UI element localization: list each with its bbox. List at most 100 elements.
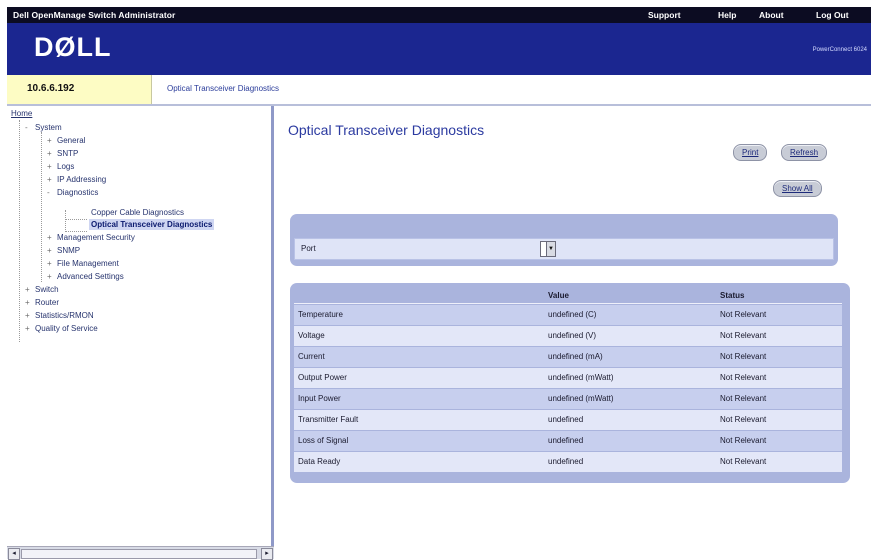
expand-icon[interactable]: + (47, 271, 57, 282)
brand-banner: DØLL PowerConnect 6024 (7, 23, 871, 75)
tree-item-copper-cable-diagnostics[interactable]: Copper Cable Diagnostics (91, 207, 184, 218)
parameter-cell: Input Power (298, 394, 341, 403)
about-link[interactable]: About (759, 10, 784, 20)
status-cell: Not Relevant (720, 415, 767, 424)
expand-icon[interactable]: + (47, 161, 57, 172)
tree-item-label: General (57, 136, 86, 145)
tree-item-home[interactable]: Home (11, 108, 32, 119)
parameter-cell: Current (298, 352, 325, 361)
tree-item-statistics-rmon[interactable]: + Statistics/RMON (25, 310, 94, 321)
help-link[interactable]: Help (718, 10, 736, 20)
parameter-cell: Output Power (298, 373, 347, 382)
table-row: Temperature undefined (C) Not Relevant (294, 305, 842, 325)
tree-item-label: Copper Cable Diagnostics (91, 208, 184, 217)
log-out-link[interactable]: Log Out (816, 10, 849, 20)
status-cell: Not Relevant (720, 457, 767, 466)
expand-icon[interactable]: + (47, 135, 57, 146)
tree-item-advanced-settings[interactable]: + Advanced Settings (47, 271, 124, 282)
table-header: Value Status (294, 291, 842, 304)
tree-item-optical-transceiver-diagnostics[interactable]: Optical Transceiver Diagnostics (89, 219, 215, 230)
parameter-cell: Temperature (298, 310, 343, 319)
tree-horizontal-scrollbar[interactable]: ◂ ▸ (7, 546, 274, 560)
device-ip: 10.6.6.192 (27, 83, 75, 94)
collapse-icon[interactable]: - (47, 187, 57, 198)
tree-item-label: System (35, 123, 62, 132)
scroll-left-icon[interactable]: ◂ (8, 548, 20, 560)
tree-item-file-management[interactable]: + File Management (47, 258, 119, 269)
tree-connector (65, 219, 87, 220)
app-window: Dell OpenManage Switch Administrator Sup… (0, 0, 871, 560)
dropdown-arrow-icon[interactable]: ▼ (546, 242, 555, 256)
content-area: Optical Transceiver Diagnostics Print Re… (275, 106, 871, 558)
value-cell: undefined (mWatt) (548, 373, 614, 382)
breadcrumb: Optical Transceiver Diagnostics (167, 84, 280, 93)
tree-item-label: Optical Transceiver Diagnostics (91, 220, 213, 229)
expand-icon[interactable]: + (25, 297, 35, 308)
expand-icon[interactable]: + (47, 148, 57, 159)
status-cell: Not Relevant (720, 394, 767, 403)
table-row: Loss of Signal undefined Not Relevant (294, 431, 842, 451)
port-select[interactable]: ▼ (540, 241, 556, 257)
table-row: Output Power undefined (mWatt) Not Relev… (294, 368, 842, 388)
table-row: Voltage undefined (V) Not Relevant (294, 326, 842, 346)
expand-icon[interactable]: + (25, 310, 35, 321)
support-link[interactable]: Support (648, 10, 681, 20)
refresh-button[interactable]: Refresh (781, 144, 828, 161)
tree-item-label: SNTP (57, 149, 79, 158)
scroll-right-icon[interactable]: ▸ (261, 548, 273, 560)
navigation-tree: Home - System + General + SNTP + Logs + IP Ad… (7, 106, 274, 546)
value-cell: undefined (C) (548, 310, 597, 319)
parameter-cell: Voltage (298, 331, 325, 340)
tree-item-ip-addressing[interactable]: + IP Addressing (47, 174, 106, 185)
tree-item-label: Switch (35, 285, 59, 294)
status-cell: Not Relevant (720, 436, 767, 445)
status-cell: Not Relevant (720, 310, 767, 319)
parameter-cell: Loss of Signal (298, 436, 349, 445)
column-header-status: Status (720, 291, 745, 300)
tree-item-label: Advanced Settings (57, 272, 124, 281)
value-cell: undefined (V) (548, 331, 597, 340)
page-title: Optical Transceiver Diagnostics (288, 122, 485, 138)
tree-item-label: Management Security (57, 233, 135, 242)
value-cell: undefined (548, 457, 584, 466)
product-name: PowerConnect 6024 (812, 47, 867, 53)
collapse-icon[interactable]: - (25, 122, 35, 133)
port-row: Port ▼ (294, 238, 834, 260)
tree-item-label: Home (11, 109, 33, 118)
tree-connector (65, 210, 66, 232)
tree-item-management-security[interactable]: + Management Security (47, 232, 135, 243)
status-cell: Not Relevant (720, 373, 767, 382)
tree-item-router[interactable]: + Router (25, 297, 59, 308)
expand-icon[interactable]: + (47, 258, 57, 269)
tree-item-switch[interactable]: + Switch (25, 284, 59, 295)
tree-item-system[interactable]: - System (25, 122, 62, 133)
tree-item-general[interactable]: + General (47, 135, 85, 146)
device-ip-cell: 10.6.6.192 (7, 75, 152, 104)
tree-item-label: Quality of Service (35, 324, 98, 333)
show-all-button[interactable]: Show All (773, 180, 822, 197)
tree-item-label: Statistics/RMON (35, 311, 94, 320)
top-menu-bar: Dell OpenManage Switch Administrator Sup… (7, 7, 871, 23)
expand-icon[interactable]: + (25, 323, 35, 334)
tree-item-logs[interactable]: + Logs (47, 161, 74, 172)
location-strip: 10.6.6.192 Optical Transceiver Diagnosti… (7, 75, 871, 106)
expand-icon[interactable]: + (25, 284, 35, 295)
tree-item-diagnostics[interactable]: - Diagnostics (47, 187, 98, 198)
table-row: Input Power undefined (mWatt) Not Releva… (294, 389, 842, 409)
print-button[interactable]: Print (733, 144, 768, 161)
tree-connector (19, 120, 20, 342)
expand-icon[interactable]: + (47, 232, 57, 243)
expand-icon[interactable]: + (47, 174, 57, 185)
dell-logo: DØLL (34, 32, 112, 62)
tree-connector (41, 132, 42, 282)
value-cell: undefined (mA) (548, 352, 603, 361)
tree-item-label: Router (35, 298, 60, 307)
tree-item-sntp[interactable]: + SNTP (47, 148, 78, 159)
tree-item-snmp[interactable]: + SNMP (47, 245, 80, 256)
expand-icon[interactable]: + (47, 245, 57, 256)
diagnostics-table: Value Status Temperature undefined (C) N… (290, 283, 850, 483)
parameter-cell: Transmitter Fault (298, 415, 359, 424)
table-row: Current undefined (mA) Not Relevant (294, 347, 842, 367)
tree-item-quality-of-service[interactable]: + Quality of Service (25, 323, 98, 334)
table-row: Transmitter Fault undefined Not Relevant (294, 410, 842, 430)
